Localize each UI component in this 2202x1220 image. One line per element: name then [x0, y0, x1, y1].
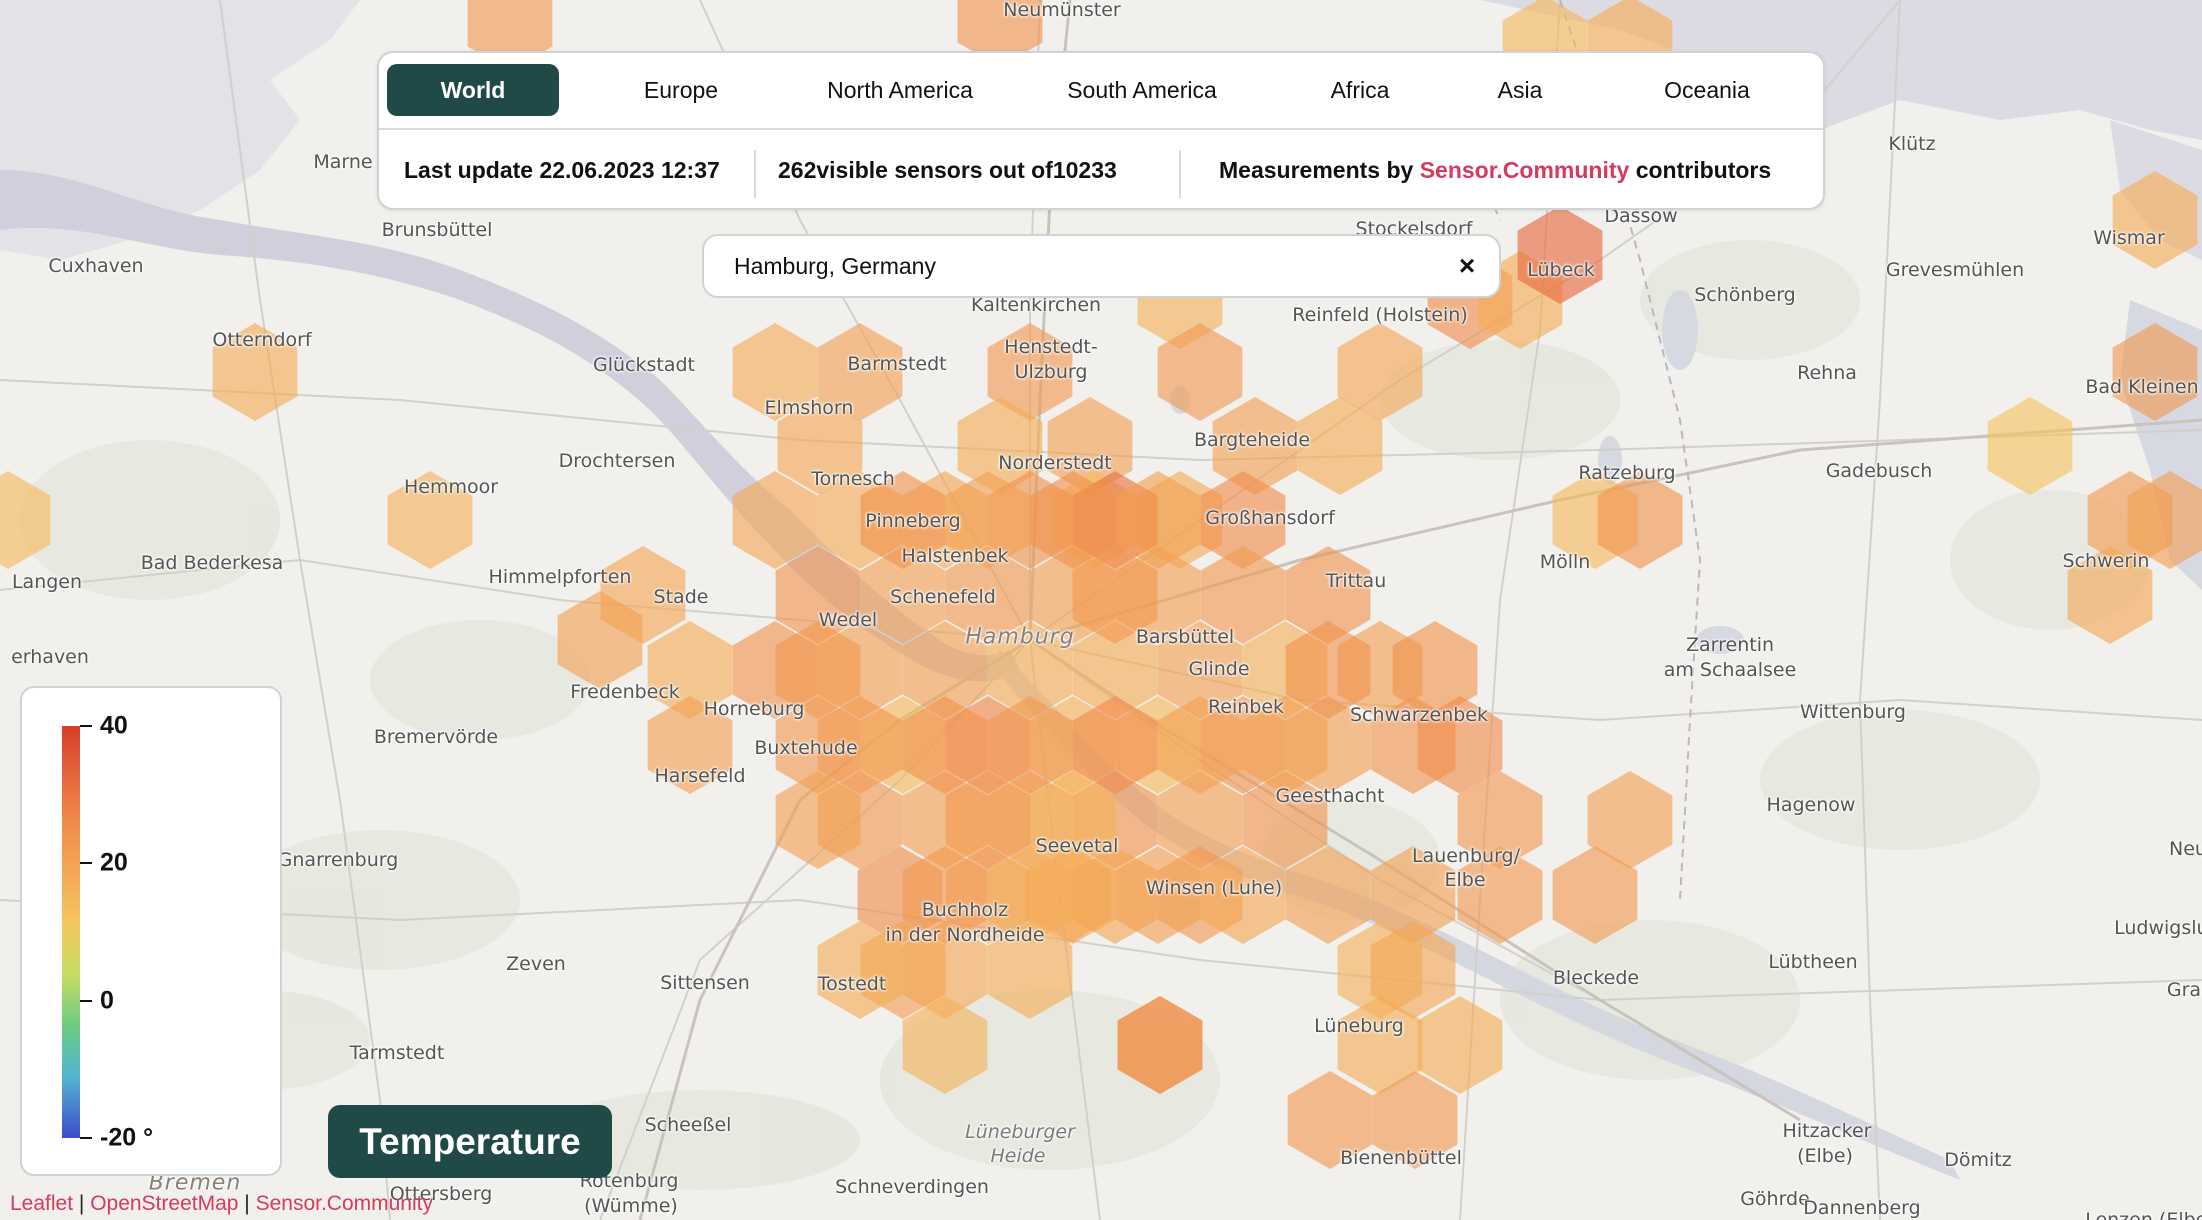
sensor-hexagon[interactable]	[1417, 996, 1503, 1094]
sensor-hexagon[interactable]	[1287, 1071, 1373, 1169]
top-panel: World Europe North America South America Afr…	[377, 51, 1825, 210]
info-row: Last update 22.06.2023 12:37 262 visible…	[379, 130, 1823, 210]
legend-tick-label: 0	[100, 986, 114, 1015]
last-update-text: Last update 22.06.2023 12:37	[404, 156, 720, 183]
tab-africa[interactable]: Africa	[1273, 64, 1447, 116]
attribution-link-sensor-community[interactable]: Sensor.Community	[256, 1192, 433, 1215]
tab-europe[interactable]: Europe	[593, 64, 769, 116]
measurements-credit: Measurements by Sensor.Community contrib…	[1219, 130, 1771, 210]
legend-tick-label: 40	[100, 711, 128, 740]
measurements-suffix: contributors	[1629, 156, 1772, 183]
legend-tick-label: 20	[100, 848, 128, 877]
legend-tick-mark	[80, 1137, 92, 1139]
sensor-hexagon[interactable]	[2112, 171, 2198, 269]
search-input[interactable]	[734, 236, 1424, 296]
legend-tick-mark	[80, 862, 92, 865]
sensor-hexagon[interactable]	[1987, 397, 2073, 495]
sensor-hexagon[interactable]	[212, 323, 298, 421]
attribution-link-leaflet[interactable]: Leaflet	[10, 1192, 73, 1215]
tab-oceania[interactable]: Oceania	[1595, 64, 1819, 116]
attribution-link-openstreetmap[interactable]: OpenStreetMap	[90, 1192, 238, 1215]
visible-count-mid: visible sensors out of	[816, 156, 1053, 183]
sensor-hexagon[interactable]	[1117, 996, 1203, 1094]
map-attribution: Leaflet | OpenStreetMap | Sensor.Communi…	[10, 1192, 433, 1216]
sensor-hexagon[interactable]	[387, 471, 473, 569]
total-count: 10233	[1052, 156, 1117, 183]
sensor-count-text: 262 visible sensors out of 10233	[778, 130, 1117, 210]
legend-tick-mark	[80, 999, 92, 1002]
sensor-community-link[interactable]: Sensor.Community	[1420, 157, 1630, 184]
attribution-separator: |	[73, 1192, 91, 1215]
tab-world[interactable]: World	[387, 64, 559, 116]
attribution-separator: |	[238, 1192, 256, 1215]
location-search: ×	[702, 234, 1501, 298]
legend-color-scale	[62, 726, 80, 1138]
info-divider	[754, 150, 756, 198]
region-tabs: World Europe North America South America Afr…	[387, 64, 1815, 116]
measurements-prefix: Measurements by	[1219, 156, 1420, 183]
legend-tick-label: -20 °	[100, 1123, 154, 1152]
sensor-hexagon[interactable]	[1457, 846, 1543, 944]
info-divider	[1179, 150, 1181, 198]
close-icon[interactable]: ×	[1451, 250, 1483, 282]
metric-selector-button[interactable]: Temperature	[328, 1105, 612, 1178]
legend-tick-mark	[80, 725, 92, 727]
tab-south-america[interactable]: South America	[1019, 64, 1265, 116]
visible-count: 262	[778, 156, 817, 183]
tab-asia[interactable]: Asia	[1453, 64, 1587, 116]
tab-north-america[interactable]: North America	[787, 64, 1013, 116]
sensor-hexagon[interactable]	[0, 471, 51, 569]
color-legend: 40 20 0 -20 °	[20, 686, 282, 1176]
sensor-hexagon[interactable]	[647, 696, 733, 794]
sensor-hexagon[interactable]	[2112, 323, 2198, 421]
